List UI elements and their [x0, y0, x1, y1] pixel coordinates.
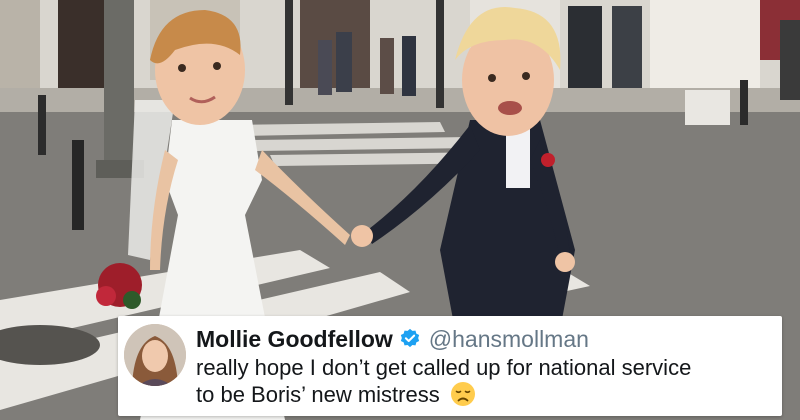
tweet-card[interactable]: Mollie Goodfellow @hansmollman really ho…: [118, 316, 782, 416]
tweet-text-line-1: really hope I don’t get called up for na…: [196, 355, 692, 380]
display-name[interactable]: Mollie Goodfellow: [196, 326, 393, 353]
avatar-image: [124, 324, 186, 386]
tweet-text-line-2: to be Boris’ new mistress: [196, 382, 440, 407]
verified-badge-icon: [400, 328, 419, 348]
disappointed-face-icon: [450, 382, 475, 406]
tweet-text: really hope I don’t get called up for na…: [196, 354, 776, 408]
tweet-header: Mollie Goodfellow @hansmollman: [196, 322, 589, 356]
avatar[interactable]: [124, 324, 186, 386]
user-handle[interactable]: @hansmollman: [429, 326, 589, 353]
